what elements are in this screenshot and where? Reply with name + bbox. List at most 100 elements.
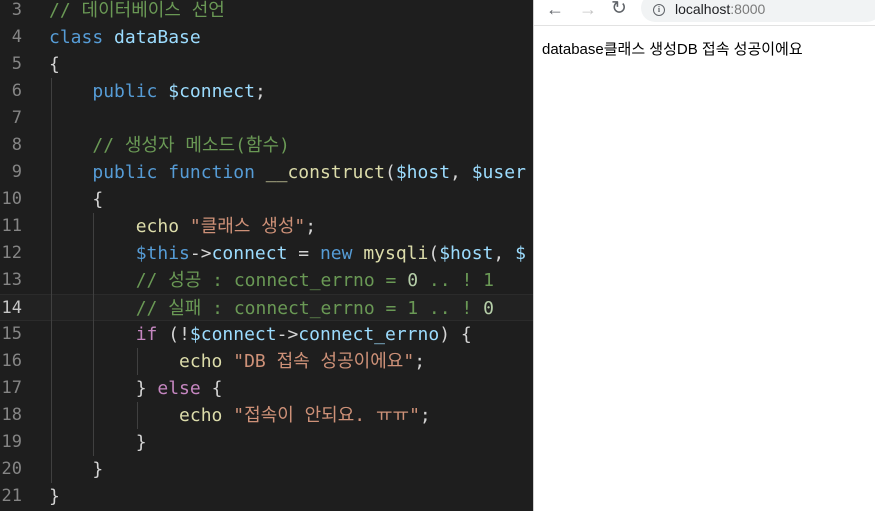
code-line[interactable]: 3 // 데이터베이스 선언 <box>0 0 533 24</box>
code-token: // 데이터베이스 선언 <box>49 0 225 21</box>
url-text[interactable]: localhost:8000 <box>675 1 765 17</box>
code-token: $host <box>395 162 451 183</box>
code-text: echo "DB 접속 성공이에요"; <box>49 348 425 375</box>
code-text: } else { <box>49 375 223 402</box>
code-token: , <box>493 243 516 264</box>
forward-arrow-icon[interactable]: → <box>577 0 599 20</box>
code-line[interactable]: 15 if (!$connect->connect_errno) { <box>0 321 533 348</box>
code-token: "DB 접속 성공이에요" <box>233 351 415 372</box>
code-line[interactable]: 12 $this->connect = new mysqli($host, $ <box>0 240 533 267</box>
code-text: $this->connect = new mysqli($host, $ <box>49 240 526 267</box>
code-token: ; <box>254 81 266 102</box>
code-token: { <box>49 54 60 75</box>
back-arrow-icon[interactable]: ← <box>544 0 566 20</box>
code-token: ) { <box>439 324 472 345</box>
code-token: public <box>92 162 158 183</box>
code-token: } <box>49 378 158 399</box>
code-token: new <box>319 243 353 264</box>
code-token: public <box>92 81 158 102</box>
code-token: "접속이 안되요. ㅠㅠ" <box>233 405 420 426</box>
code-line[interactable]: 10 { <box>0 186 533 213</box>
code-token: 0 <box>483 298 494 319</box>
code-line[interactable]: 7 <box>0 105 533 132</box>
line-number: 17 <box>1 378 22 398</box>
code-token: } <box>49 459 104 480</box>
code-token: } <box>49 432 147 453</box>
code-token: .. ! 1 <box>418 270 494 291</box>
code-token: } <box>49 486 60 507</box>
code-line[interactable]: 5{ <box>0 51 533 78</box>
code-text: class dataBase <box>49 24 201 51</box>
code-token: function <box>168 162 255 183</box>
indent-guide <box>137 348 138 375</box>
code-token: __construct <box>265 162 385 183</box>
code-line[interactable]: 14 // 실패 : connect_errno = 1 .. ! 0 <box>0 294 533 321</box>
code-token: echo <box>135 216 180 237</box>
code-token: -> <box>276 324 299 345</box>
line-number: 18 <box>1 405 22 425</box>
code-token: 0 <box>407 270 419 291</box>
browser-window: ← → ↻ i localhost:8000 database클래스 생성DB … <box>533 0 875 511</box>
code-text: // 성공 : connect_errno = 0 .. ! 1 <box>49 267 494 294</box>
code-token: echo <box>179 405 223 426</box>
code-token: connect <box>211 243 288 264</box>
code-line[interactable]: 11 echo "클래스 생성"; <box>0 213 533 240</box>
url-host: localhost <box>675 1 731 17</box>
code-line[interactable]: 21} <box>0 483 533 510</box>
code-token: connect_errno <box>298 324 440 345</box>
code-line[interactable]: 20 } <box>0 456 533 483</box>
code-token: $connect <box>168 81 255 102</box>
line-number: 13 <box>1 270 22 290</box>
code-token: $connect <box>189 324 277 345</box>
code-token: { <box>49 189 104 210</box>
address-bar[interactable]: i localhost:8000 <box>641 0 875 22</box>
code-token: , <box>450 162 472 183</box>
code-line[interactable]: 9 public function __construct($host, $us… <box>0 159 533 186</box>
code-line[interactable]: 13 // 성공 : connect_errno = 0 .. ! 1 <box>0 267 533 294</box>
code-line[interactable]: 17 } else { <box>0 375 533 402</box>
code-text: // 데이터베이스 선언 <box>49 0 225 24</box>
line-number: 7 <box>11 108 22 128</box>
code-text: } <box>49 429 147 456</box>
code-token: = <box>287 243 320 264</box>
code-editor[interactable]: 3// 데이터베이스 선언 4 class dataBase 5{6 public $… <box>0 0 533 511</box>
info-icon[interactable]: i <box>653 4 665 16</box>
line-number: 3 <box>11 0 22 20</box>
reload-icon[interactable]: ↻ <box>608 0 630 20</box>
code-line[interactable]: 19 } <box>0 429 533 456</box>
code-line[interactable]: 18 echo "접속이 안되요. ㅠㅠ"; <box>0 402 533 429</box>
code-token: ( <box>385 162 396 183</box>
line-number: 16 <box>1 351 22 371</box>
code-text: { <box>49 51 60 78</box>
line-number: 10 <box>1 189 22 209</box>
code-text: } <box>49 456 103 483</box>
code-token: $ <box>515 243 526 264</box>
code-text: // 생성자 메소드(함수) <box>49 132 290 159</box>
code-text: public $connect; <box>49 78 266 105</box>
line-number: 14 <box>1 298 22 318</box>
page-output-text: database클래스 생성DB 접속 성공이에요 <box>542 41 803 58</box>
code-line[interactable]: 16 echo "DB 접속 성공이에요"; <box>0 348 533 375</box>
code-line[interactable]: 8 // 생성자 메소드(함수) <box>0 132 533 159</box>
code-token: dataBase <box>114 27 201 48</box>
code-token: $host <box>439 243 494 264</box>
line-number: 8 <box>11 135 22 155</box>
code-token: ; <box>419 405 431 426</box>
line-number: 11 <box>1 216 22 236</box>
code-token: mysqli <box>363 243 429 264</box>
code-line[interactable]: 6 public $connect; <box>0 78 533 105</box>
code-line[interactable]: 4 class dataBase <box>0 24 533 51</box>
browser-toolbar: ← → ↻ i localhost:8000 <box>534 0 875 26</box>
code-token: ; <box>305 216 317 237</box>
code-token: class <box>49 27 104 48</box>
line-number: 5 <box>11 54 22 74</box>
